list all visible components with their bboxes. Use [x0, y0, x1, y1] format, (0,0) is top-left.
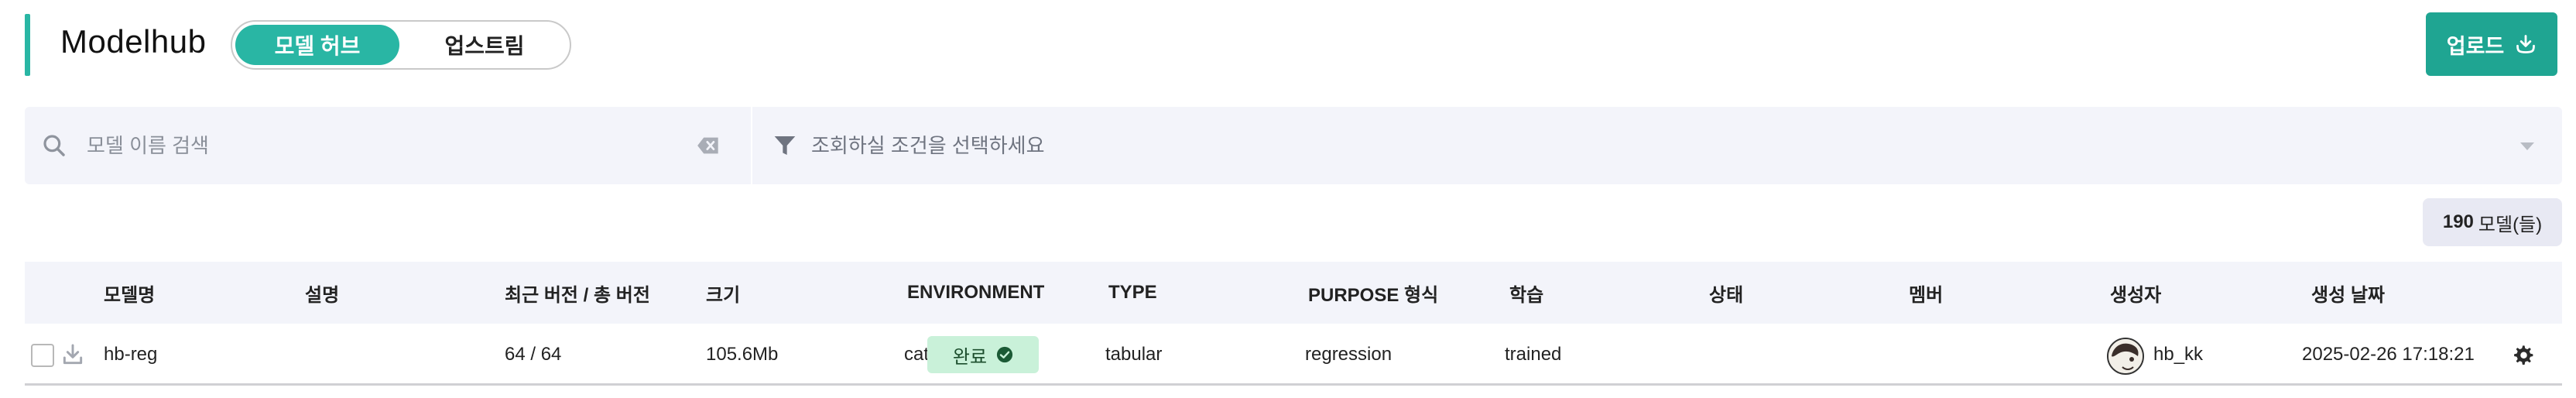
col-name[interactable]: 모델명 — [104, 262, 155, 324]
table-row[interactable]: hb-reg 64 / 64 105.6Mb catboost tabular … — [25, 324, 2562, 386]
search-icon — [43, 135, 65, 156]
table-header: 모델명 설명 최근 버전 / 총 버전 크기 ENVIRONMENT TYPE … — [25, 262, 2562, 324]
toggle-modelhub[interactable]: 모델 허브 — [235, 25, 399, 65]
col-description[interactable]: 설명 — [305, 262, 339, 324]
cell-purpose: regression — [1305, 344, 1392, 365]
avatar-image — [2108, 339, 2143, 373]
cell-version: 64 / 64 — [505, 344, 562, 365]
status-badge: 완료 — [927, 336, 1039, 373]
download-icon[interactable] — [60, 342, 85, 367]
filter-bar: 조회하실 조건을 선택하세요 — [25, 107, 2562, 184]
col-size[interactable]: 크기 — [706, 262, 740, 324]
chevron-down-icon[interactable] — [2519, 141, 2536, 152]
cell-size: 105.6Mb — [706, 344, 779, 365]
col-creator[interactable]: 생성자 — [2110, 262, 2161, 324]
models-table: 모델명 설명 최근 버전 / 총 버전 크기 ENVIRONMENT TYPE … — [25, 262, 2562, 386]
model-count-unit: 모델(들) — [2478, 214, 2543, 235]
model-count-value: 190 — [2442, 211, 2474, 232]
upload-icon — [2516, 35, 2536, 53]
gear-icon[interactable] — [2513, 344, 2536, 367]
toggle-upstream[interactable]: 업스트림 — [402, 25, 567, 65]
model-count-badge: 190 모델(들) — [2423, 198, 2562, 246]
avatar — [2107, 338, 2144, 375]
cell-created: 2025-02-26 17:18:21 — [2302, 344, 2475, 365]
condition-select[interactable]: 조회하실 조건을 선택하세요 — [811, 130, 1045, 159]
col-training[interactable]: 학습 — [1509, 262, 1543, 324]
search-input[interactable] — [87, 127, 690, 164]
row-checkbox[interactable] — [31, 344, 54, 367]
cell-creator: hb_kk — [2153, 344, 2204, 365]
cell-training: trained — [1505, 344, 1562, 365]
cell-name[interactable]: hb-reg — [104, 324, 157, 386]
filter-icon — [774, 136, 796, 155]
title-accent-bar — [25, 14, 30, 76]
col-version[interactable]: 최근 버전 / 총 버전 — [505, 262, 650, 324]
hub-toggle[interactable]: 모델 허브 업스트림 — [231, 20, 571, 70]
clear-icon[interactable] — [697, 135, 720, 156]
col-type[interactable]: TYPE — [1108, 262, 1157, 324]
col-status[interactable]: 상태 — [1709, 262, 1743, 324]
upload-button-label: 업로드 — [2446, 34, 2505, 58]
upload-button[interactable]: 업로드 — [2426, 12, 2557, 76]
status-label: 완료 — [952, 346, 988, 368]
col-member[interactable]: 멤버 — [1909, 262, 1943, 324]
page-title: Modelhub — [60, 23, 207, 60]
cell-type: tabular — [1105, 344, 1163, 365]
check-circle-icon — [996, 346, 1013, 363]
col-created[interactable]: 생성 날짜 — [2311, 262, 2385, 324]
search-box — [25, 107, 752, 184]
col-purpose[interactable]: PURPOSE 형식 — [1308, 262, 1438, 324]
col-environment[interactable]: ENVIRONMENT — [907, 262, 1044, 324]
